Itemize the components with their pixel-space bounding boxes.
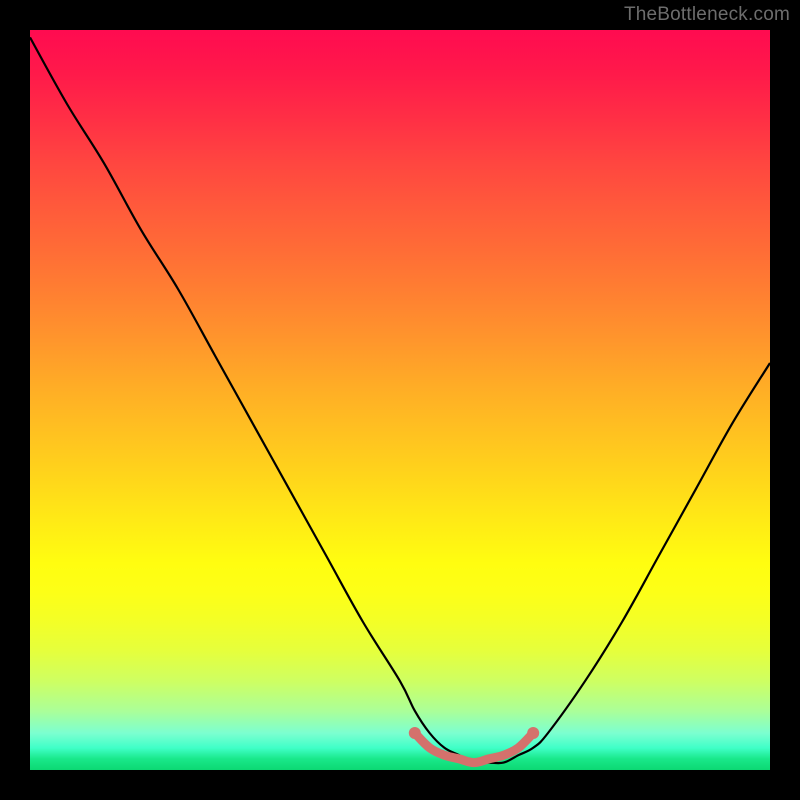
chart-svg-layer bbox=[30, 30, 770, 770]
optimal-zone-endpoint bbox=[527, 727, 539, 739]
chart-frame: TheBottleneck.com bbox=[0, 0, 800, 800]
watermark-text: TheBottleneck.com bbox=[624, 4, 790, 26]
optimal-zone-endpoint bbox=[409, 727, 421, 739]
chart-plot-area bbox=[30, 30, 770, 770]
bottleneck-curve bbox=[30, 37, 770, 763]
